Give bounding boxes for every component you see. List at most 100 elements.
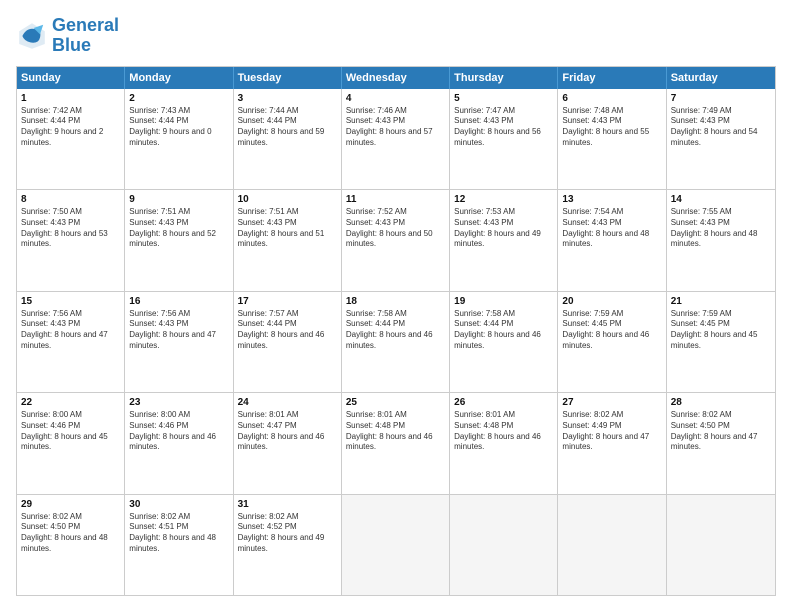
calendar-body: 1Sunrise: 7:42 AMSunset: 4:44 PMDaylight… bbox=[17, 89, 775, 595]
day-number-22: 22 bbox=[21, 396, 120, 409]
day-cell-10: 10Sunrise: 7:51 AMSunset: 4:43 PMDayligh… bbox=[234, 190, 342, 290]
week-row-5: 29Sunrise: 8:02 AMSunset: 4:50 PMDayligh… bbox=[17, 495, 775, 595]
day-number-16: 16 bbox=[129, 295, 228, 308]
day-number-15: 15 bbox=[21, 295, 120, 308]
header: General Blue bbox=[16, 16, 776, 56]
day-info-16: Sunrise: 7:56 AMSunset: 4:43 PMDaylight:… bbox=[129, 309, 228, 352]
empty-cell bbox=[342, 495, 450, 595]
day-info-19: Sunrise: 7:58 AMSunset: 4:44 PMDaylight:… bbox=[454, 309, 553, 352]
day-info-9: Sunrise: 7:51 AMSunset: 4:43 PMDaylight:… bbox=[129, 207, 228, 250]
day-cell-15: 15Sunrise: 7:56 AMSunset: 4:43 PMDayligh… bbox=[17, 292, 125, 392]
day-number-28: 28 bbox=[671, 396, 771, 409]
day-number-20: 20 bbox=[562, 295, 661, 308]
day-info-26: Sunrise: 8:01 AMSunset: 4:48 PMDaylight:… bbox=[454, 410, 553, 453]
day-info-8: Sunrise: 7:50 AMSunset: 4:43 PMDaylight:… bbox=[21, 207, 120, 250]
day-info-15: Sunrise: 7:56 AMSunset: 4:43 PMDaylight:… bbox=[21, 309, 120, 352]
day-number-7: 7 bbox=[671, 92, 771, 105]
day-info-17: Sunrise: 7:57 AMSunset: 4:44 PMDaylight:… bbox=[238, 309, 337, 352]
day-number-10: 10 bbox=[238, 193, 337, 206]
calendar-header: SundayMondayTuesdayWednesdayThursdayFrid… bbox=[17, 67, 775, 89]
day-info-18: Sunrise: 7:58 AMSunset: 4:44 PMDaylight:… bbox=[346, 309, 445, 352]
day-number-4: 4 bbox=[346, 92, 445, 105]
day-info-25: Sunrise: 8:01 AMSunset: 4:48 PMDaylight:… bbox=[346, 410, 445, 453]
day-number-23: 23 bbox=[129, 396, 228, 409]
day-info-30: Sunrise: 8:02 AMSunset: 4:51 PMDaylight:… bbox=[129, 512, 228, 555]
week-row-1: 1Sunrise: 7:42 AMSunset: 4:44 PMDaylight… bbox=[17, 89, 775, 190]
page: General Blue SundayMondayTuesdayWednesda… bbox=[0, 0, 792, 612]
day-cell-25: 25Sunrise: 8:01 AMSunset: 4:48 PMDayligh… bbox=[342, 393, 450, 493]
day-info-6: Sunrise: 7:48 AMSunset: 4:43 PMDaylight:… bbox=[562, 106, 661, 149]
header-saturday: Saturday bbox=[667, 67, 775, 89]
day-number-31: 31 bbox=[238, 498, 337, 511]
day-cell-27: 27Sunrise: 8:02 AMSunset: 4:49 PMDayligh… bbox=[558, 393, 666, 493]
day-cell-6: 6Sunrise: 7:48 AMSunset: 4:43 PMDaylight… bbox=[558, 89, 666, 189]
day-number-13: 13 bbox=[562, 193, 661, 206]
day-cell-26: 26Sunrise: 8:01 AMSunset: 4:48 PMDayligh… bbox=[450, 393, 558, 493]
logo-icon bbox=[16, 20, 48, 52]
day-info-7: Sunrise: 7:49 AMSunset: 4:43 PMDaylight:… bbox=[671, 106, 771, 149]
day-number-19: 19 bbox=[454, 295, 553, 308]
day-number-24: 24 bbox=[238, 396, 337, 409]
day-number-5: 5 bbox=[454, 92, 553, 105]
day-cell-24: 24Sunrise: 8:01 AMSunset: 4:47 PMDayligh… bbox=[234, 393, 342, 493]
day-number-30: 30 bbox=[129, 498, 228, 511]
day-cell-21: 21Sunrise: 7:59 AMSunset: 4:45 PMDayligh… bbox=[667, 292, 775, 392]
day-cell-9: 9Sunrise: 7:51 AMSunset: 4:43 PMDaylight… bbox=[125, 190, 233, 290]
day-cell-11: 11Sunrise: 7:52 AMSunset: 4:43 PMDayligh… bbox=[342, 190, 450, 290]
day-number-11: 11 bbox=[346, 193, 445, 206]
day-number-12: 12 bbox=[454, 193, 553, 206]
header-sunday: Sunday bbox=[17, 67, 125, 89]
day-cell-7: 7Sunrise: 7:49 AMSunset: 4:43 PMDaylight… bbox=[667, 89, 775, 189]
empty-cell bbox=[558, 495, 666, 595]
day-info-27: Sunrise: 8:02 AMSunset: 4:49 PMDaylight:… bbox=[562, 410, 661, 453]
day-cell-17: 17Sunrise: 7:57 AMSunset: 4:44 PMDayligh… bbox=[234, 292, 342, 392]
day-info-2: Sunrise: 7:43 AMSunset: 4:44 PMDaylight:… bbox=[129, 106, 228, 149]
day-cell-16: 16Sunrise: 7:56 AMSunset: 4:43 PMDayligh… bbox=[125, 292, 233, 392]
day-cell-12: 12Sunrise: 7:53 AMSunset: 4:43 PMDayligh… bbox=[450, 190, 558, 290]
day-number-27: 27 bbox=[562, 396, 661, 409]
day-cell-8: 8Sunrise: 7:50 AMSunset: 4:43 PMDaylight… bbox=[17, 190, 125, 290]
header-monday: Monday bbox=[125, 67, 233, 89]
day-cell-19: 19Sunrise: 7:58 AMSunset: 4:44 PMDayligh… bbox=[450, 292, 558, 392]
day-info-20: Sunrise: 7:59 AMSunset: 4:45 PMDaylight:… bbox=[562, 309, 661, 352]
header-tuesday: Tuesday bbox=[234, 67, 342, 89]
day-number-25: 25 bbox=[346, 396, 445, 409]
day-info-3: Sunrise: 7:44 AMSunset: 4:44 PMDaylight:… bbox=[238, 106, 337, 149]
day-cell-18: 18Sunrise: 7:58 AMSunset: 4:44 PMDayligh… bbox=[342, 292, 450, 392]
day-info-4: Sunrise: 7:46 AMSunset: 4:43 PMDaylight:… bbox=[346, 106, 445, 149]
day-number-6: 6 bbox=[562, 92, 661, 105]
day-info-21: Sunrise: 7:59 AMSunset: 4:45 PMDaylight:… bbox=[671, 309, 771, 352]
calendar: SundayMondayTuesdayWednesdayThursdayFrid… bbox=[16, 66, 776, 596]
day-cell-4: 4Sunrise: 7:46 AMSunset: 4:43 PMDaylight… bbox=[342, 89, 450, 189]
day-number-21: 21 bbox=[671, 295, 771, 308]
empty-cell bbox=[450, 495, 558, 595]
day-info-22: Sunrise: 8:00 AMSunset: 4:46 PMDaylight:… bbox=[21, 410, 120, 453]
day-info-10: Sunrise: 7:51 AMSunset: 4:43 PMDaylight:… bbox=[238, 207, 337, 250]
day-cell-31: 31Sunrise: 8:02 AMSunset: 4:52 PMDayligh… bbox=[234, 495, 342, 595]
header-thursday: Thursday bbox=[450, 67, 558, 89]
empty-cell bbox=[667, 495, 775, 595]
day-cell-30: 30Sunrise: 8:02 AMSunset: 4:51 PMDayligh… bbox=[125, 495, 233, 595]
header-friday: Friday bbox=[558, 67, 666, 89]
day-cell-20: 20Sunrise: 7:59 AMSunset: 4:45 PMDayligh… bbox=[558, 292, 666, 392]
day-number-14: 14 bbox=[671, 193, 771, 206]
day-cell-1: 1Sunrise: 7:42 AMSunset: 4:44 PMDaylight… bbox=[17, 89, 125, 189]
day-number-2: 2 bbox=[129, 92, 228, 105]
day-info-31: Sunrise: 8:02 AMSunset: 4:52 PMDaylight:… bbox=[238, 512, 337, 555]
day-number-26: 26 bbox=[454, 396, 553, 409]
day-cell-23: 23Sunrise: 8:00 AMSunset: 4:46 PMDayligh… bbox=[125, 393, 233, 493]
day-info-23: Sunrise: 8:00 AMSunset: 4:46 PMDaylight:… bbox=[129, 410, 228, 453]
day-number-18: 18 bbox=[346, 295, 445, 308]
logo-text: General Blue bbox=[52, 16, 119, 56]
day-cell-29: 29Sunrise: 8:02 AMSunset: 4:50 PMDayligh… bbox=[17, 495, 125, 595]
day-info-5: Sunrise: 7:47 AMSunset: 4:43 PMDaylight:… bbox=[454, 106, 553, 149]
day-info-14: Sunrise: 7:55 AMSunset: 4:43 PMDaylight:… bbox=[671, 207, 771, 250]
day-number-3: 3 bbox=[238, 92, 337, 105]
week-row-2: 8Sunrise: 7:50 AMSunset: 4:43 PMDaylight… bbox=[17, 190, 775, 291]
day-info-11: Sunrise: 7:52 AMSunset: 4:43 PMDaylight:… bbox=[346, 207, 445, 250]
day-number-17: 17 bbox=[238, 295, 337, 308]
day-info-24: Sunrise: 8:01 AMSunset: 4:47 PMDaylight:… bbox=[238, 410, 337, 453]
day-number-9: 9 bbox=[129, 193, 228, 206]
day-cell-22: 22Sunrise: 8:00 AMSunset: 4:46 PMDayligh… bbox=[17, 393, 125, 493]
logo: General Blue bbox=[16, 16, 119, 56]
